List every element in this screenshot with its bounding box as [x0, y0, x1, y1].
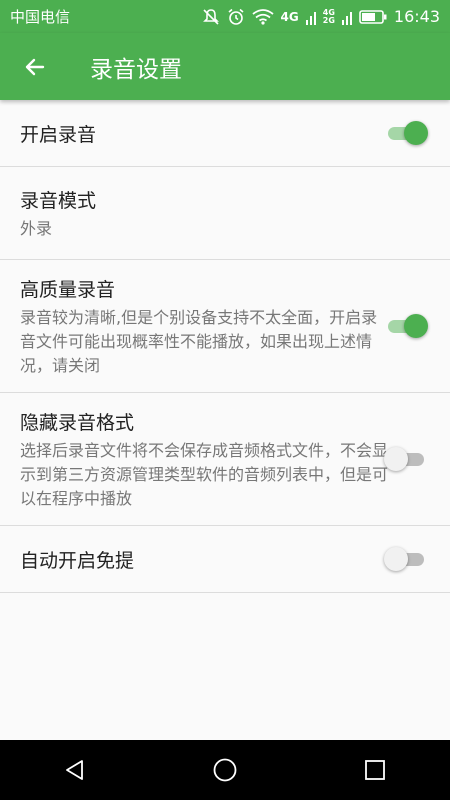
page-title: 录音设置 — [90, 56, 182, 83]
nav-recents-button[interactable] — [345, 740, 405, 800]
back-triangle-icon — [66, 760, 83, 780]
wifi-icon — [251, 8, 274, 25]
hide-format-toggle[interactable] — [384, 446, 426, 472]
carrier-label: 中国电信 — [10, 8, 71, 26]
high-quality-toggle[interactable] — [386, 313, 428, 339]
network-small-labels: 4G 2G — [322, 8, 335, 25]
toggle-thumb — [404, 314, 428, 338]
setting-enable-recording[interactable]: 开启录音 — [0, 100, 450, 167]
arrow-left-icon — [25, 58, 45, 75]
setting-title: 开启录音 — [20, 123, 97, 146]
setting-description: 录音较为清晰,但是个别设备支持不太全面，开启录音文件可能出现概率性不能播放，如果… — [20, 307, 378, 375]
toggle-thumb — [384, 447, 408, 471]
auto-speaker-toggle[interactable] — [384, 546, 426, 572]
status-icons: 4G 4G 2G 16:43 — [202, 7, 440, 26]
setting-text: 录音模式 外录 — [20, 186, 430, 241]
back-button[interactable] — [0, 33, 70, 100]
system-nav-bar — [0, 740, 450, 800]
setting-value: 外录 — [20, 218, 53, 238]
clock: 16:43 — [393, 7, 440, 26]
setting-title: 自动开启免提 — [20, 549, 135, 572]
network-4g-label: 4G — [280, 9, 299, 24]
home-circle-icon — [213, 758, 237, 782]
setting-description: 选择后录音文件将不会保存成音频格式文件，不会显示到第三方资源管理类型软件的音频列… — [20, 440, 389, 508]
setting-text: 开启录音 — [20, 120, 430, 147]
enable-recording-toggle[interactable] — [386, 120, 428, 146]
toggle-thumb — [404, 121, 428, 145]
nav-back-button[interactable] — [45, 740, 105, 800]
setting-text: 自动开启免提 — [20, 546, 430, 573]
setting-title: 录音模式 — [20, 189, 97, 212]
battery-icon — [359, 9, 387, 24]
setting-title: 隐藏录音格式 — [20, 411, 135, 434]
toggle-thumb — [384, 547, 408, 571]
alarm-icon — [228, 8, 244, 25]
signal-icon-2 — [341, 11, 352, 25]
setting-text: 高质量录音 录音较为清晰,但是个别设备支持不太全面，开启录音文件可能出现概率性不… — [20, 275, 430, 378]
recents-square-icon — [365, 760, 385, 780]
nav-home-button[interactable] — [195, 740, 255, 800]
setting-title: 高质量录音 — [20, 278, 116, 301]
setting-auto-speaker[interactable]: 自动开启免提 — [0, 526, 450, 593]
setting-high-quality[interactable]: 高质量录音 录音较为清晰,但是个别设备支持不太全面，开启录音文件可能出现概率性不… — [0, 260, 450, 393]
mute-icon — [202, 8, 219, 25]
app-bar: 录音设置 — [0, 33, 450, 100]
status-bar: 中国电信 4G 4G 2G 16:43 — [0, 0, 450, 33]
signal-icon — [305, 11, 316, 25]
setting-recording-mode[interactable]: 录音模式 外录 — [0, 167, 450, 260]
setting-hide-format[interactable]: 隐藏录音格式 选择后录音文件将不会保存成音频格式文件，不会显示到第三方资源管理类… — [0, 393, 450, 526]
network-small-bottom: 2G — [322, 15, 335, 25]
setting-text: 隐藏录音格式 选择后录音文件将不会保存成音频格式文件，不会显示到第三方资源管理类… — [20, 408, 430, 511]
settings-list: 开启录音 录音模式 外录 高质量录音 录音较为清晰,但是个别设备支持不太全面，开… — [0, 100, 450, 593]
